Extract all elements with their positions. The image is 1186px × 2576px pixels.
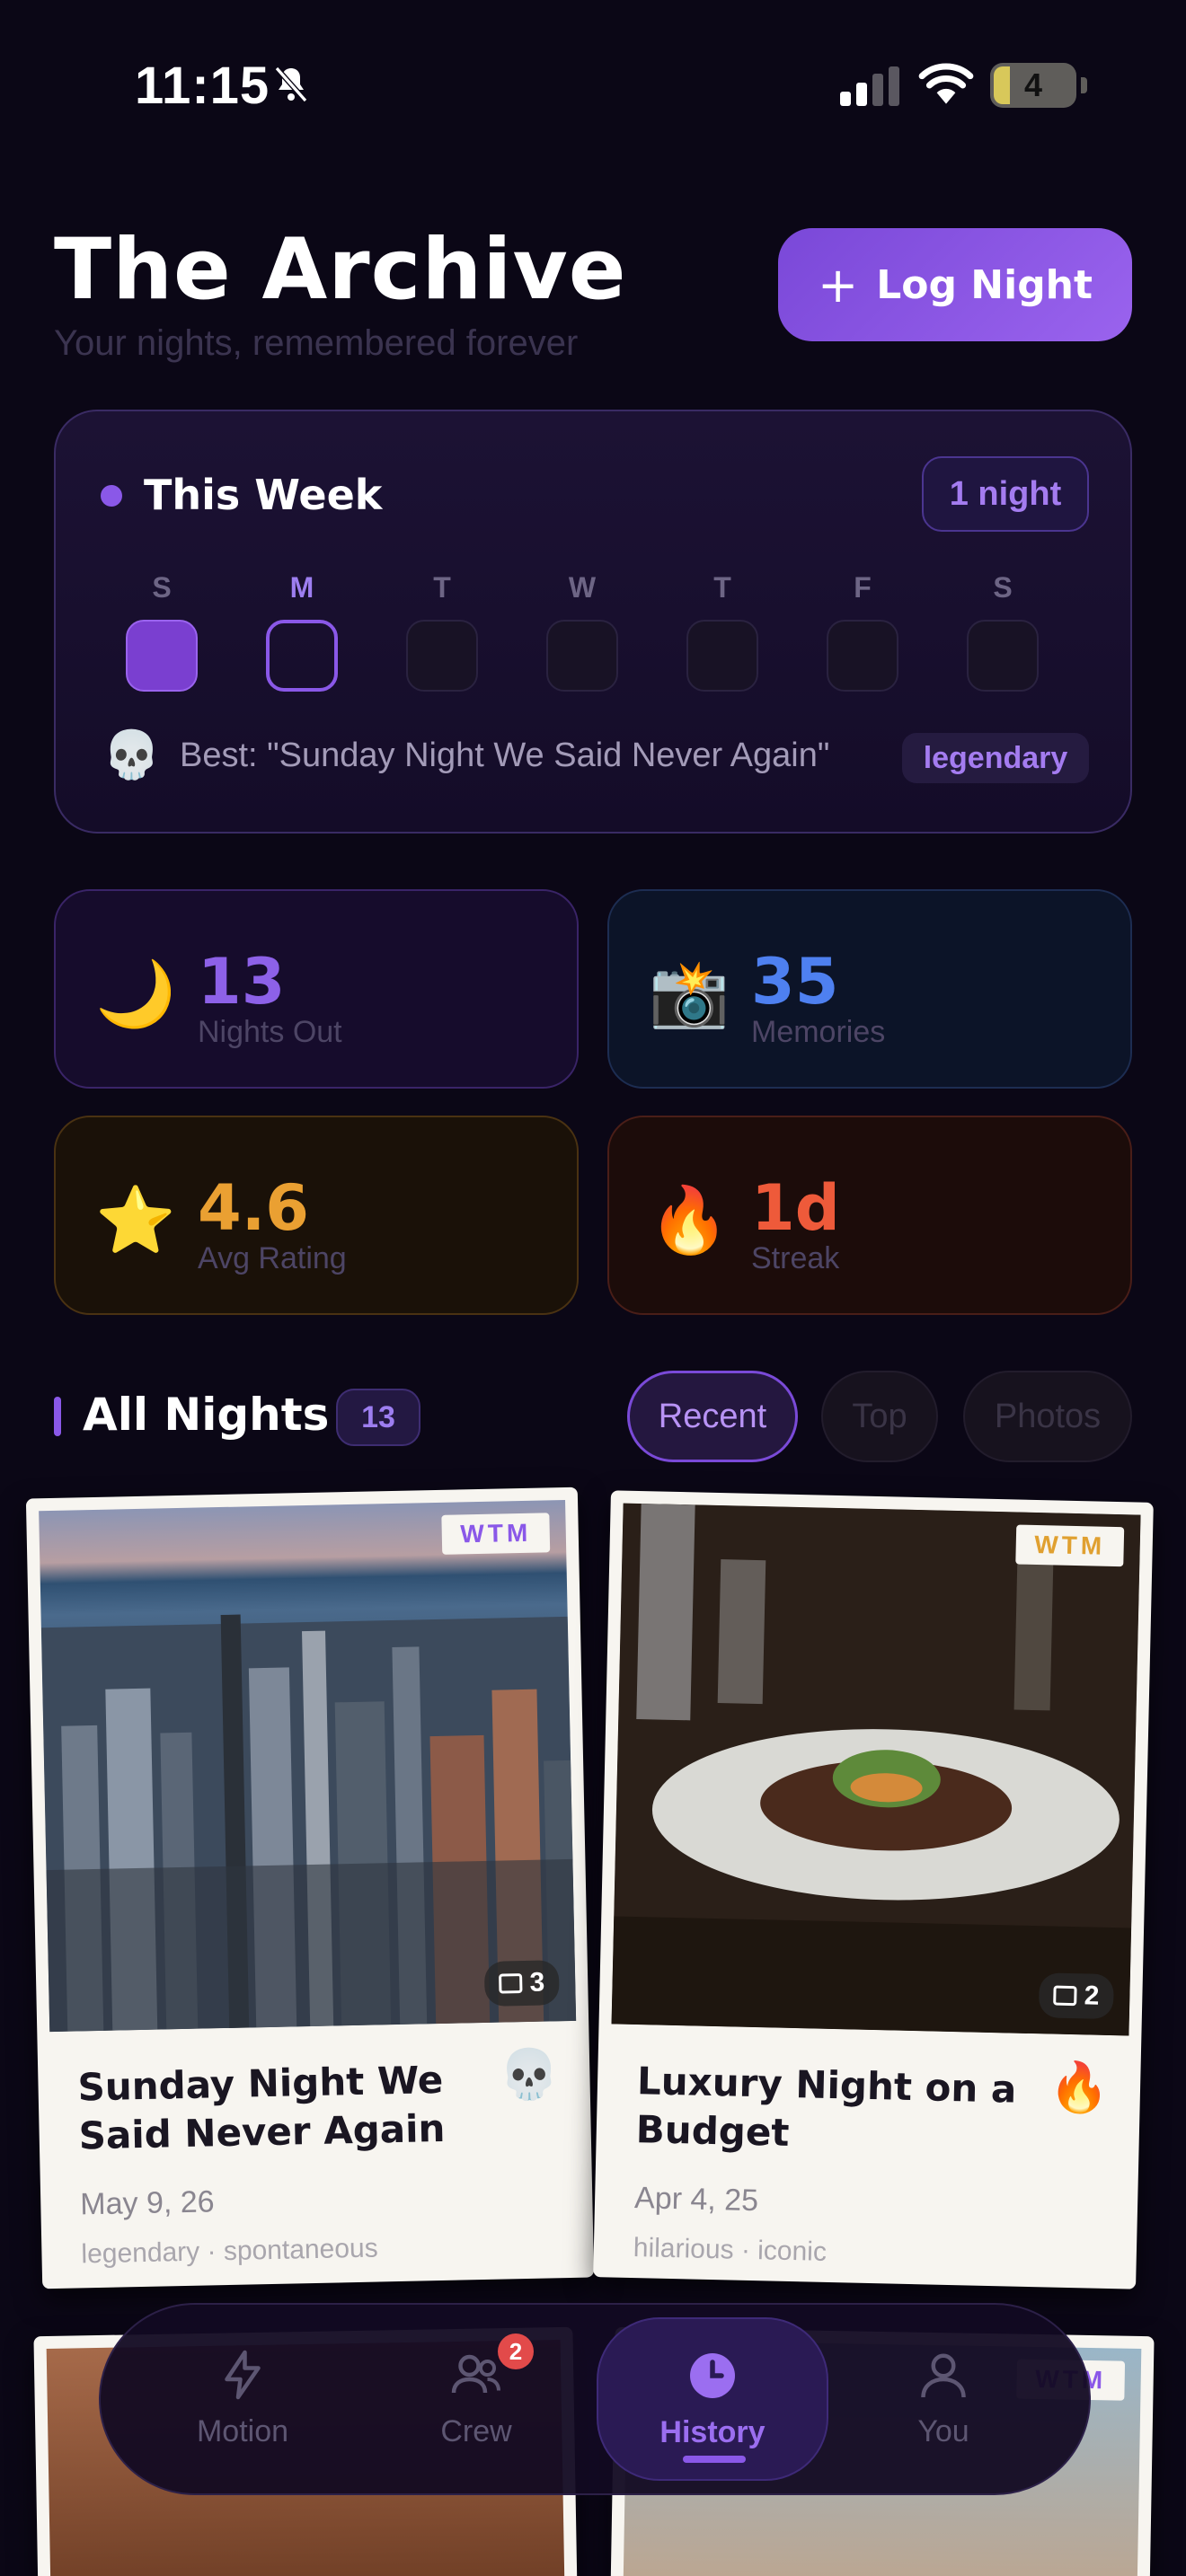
night-tags: legendary · spontaneous — [81, 2233, 378, 2270]
week-dot-icon — [101, 485, 122, 507]
fire-icon: 🔥 — [1049, 2060, 1111, 2116]
day-letter: M — [289, 571, 314, 604]
stat-label: Streak — [751, 1241, 840, 1275]
all-nights-title: All Nights — [83, 1389, 330, 1441]
day-cell-saturday[interactable] — [967, 620, 1039, 692]
skull-icon: 💀 — [498, 2047, 561, 2103]
notification-badge: 2 — [498, 2333, 534, 2369]
image-icon — [1053, 1985, 1077, 2007]
filter-photos[interactable]: Photos — [963, 1371, 1132, 1462]
stat-label: Avg Rating — [198, 1241, 347, 1275]
day-cell-tuesday[interactable] — [406, 620, 478, 692]
nav-history[interactable]: History — [597, 2317, 828, 2481]
this-week-card[interactable]: This Week 1 night S M T W T F S 💀 Best: … — [54, 410, 1132, 834]
fire-icon: 🔥 — [649, 1185, 730, 1257]
night-card[interactable]: WTM 2 Luxury Night on a Budget 🔥 Apr 4, … — [593, 1490, 1154, 2289]
wifi-icon — [918, 63, 974, 104]
all-nights-count-badge: 13 — [336, 1389, 420, 1446]
nav-motion[interactable]: Motion — [153, 2317, 332, 2479]
night-tags: hilarious · iconic — [633, 2233, 828, 2267]
cellular-signal-icon — [840, 66, 899, 106]
stat-card-nights-out[interactable]: 🌙 13 Nights Out — [54, 889, 579, 1089]
plus-icon: + — [817, 256, 859, 313]
day-letter: F — [854, 571, 872, 604]
stat-value: 35 — [751, 945, 839, 1019]
status-time: 11:15 — [135, 57, 270, 115]
stat-card-avg-rating[interactable]: ⭐ 4.6 Avg Rating — [54, 1116, 579, 1315]
person-icon — [921, 2353, 966, 2397]
bell-muted-icon — [274, 66, 308, 102]
best-night-text: Best: "Sunday Night We Said Never Again" — [180, 737, 830, 774]
day-letter: T — [433, 571, 451, 604]
photo-count-badge: 3 — [484, 1960, 560, 2007]
day-letter: S — [152, 571, 172, 604]
section-accent-bar — [54, 1397, 61, 1436]
stat-card-memories[interactable]: 📸 35 Memories — [607, 889, 1132, 1089]
day-cell-thursday[interactable] — [686, 620, 758, 692]
stat-label: Nights Out — [198, 1015, 342, 1049]
wtm-badge: WTM — [1015, 1524, 1125, 1567]
page-title: The Archive — [54, 221, 627, 319]
dinner-illustration — [611, 1503, 1141, 2036]
week-count-badge: 1 night — [922, 456, 1089, 532]
day-cell-friday[interactable] — [827, 620, 898, 692]
day-cell-monday[interactable] — [266, 620, 338, 692]
page-subtitle: Your nights, remembered forever — [54, 323, 579, 363]
night-title: Sunday Night We Said Never Again — [77, 2057, 446, 2158]
wtm-badge: WTM — [441, 1513, 551, 1555]
skull-icon: 💀 — [102, 729, 161, 781]
night-card[interactable]: WTM 3 Sunday Night We Said Never Again 💀… — [25, 1486, 595, 2289]
stat-value: 13 — [198, 945, 286, 1019]
moon-icon: 🌙 — [95, 958, 176, 1030]
day-letter: W — [568, 571, 597, 604]
night-title: Luxury Night on a Budget — [635, 2059, 1017, 2155]
night-photo-dinner: WTM 2 — [611, 1503, 1141, 2036]
stat-card-streak[interactable]: 🔥 1d Streak — [607, 1116, 1132, 1315]
photo-count-badge: 2 — [1039, 1972, 1114, 2020]
stat-label: Memories — [751, 1015, 886, 1049]
day-cell-sunday[interactable] — [126, 620, 198, 692]
day-cell-wednesday[interactable] — [546, 620, 618, 692]
clock-icon — [690, 2352, 735, 2398]
nav-crew[interactable]: Crew 2 — [386, 2317, 566, 2479]
skyline-illustration — [40, 1614, 577, 2033]
star-icon: ⭐ — [95, 1185, 176, 1257]
day-letter: T — [713, 571, 731, 604]
stat-value: 1d — [751, 1171, 840, 1245]
camera-flash-icon: 📸 — [649, 958, 730, 1030]
best-night-tag: legendary — [902, 733, 1089, 783]
image-icon — [499, 1973, 523, 1994]
stat-value: 4.6 — [198, 1171, 310, 1245]
filter-top[interactable]: Top — [821, 1371, 938, 1462]
week-title: This Week — [144, 471, 383, 519]
lightning-icon — [225, 2350, 261, 2399]
battery-indicator: 4 — [990, 63, 1087, 108]
nav-you[interactable]: You — [854, 2317, 1033, 2479]
night-date: Apr 4, 25 — [633, 2181, 759, 2219]
log-night-button[interactable]: + Log Night — [778, 228, 1132, 341]
night-date: May 9, 26 — [79, 2184, 216, 2222]
active-indicator — [683, 2456, 746, 2463]
day-letter: S — [993, 571, 1013, 604]
group-icon — [451, 2354, 500, 2393]
night-photo-city-skyline: WTM 3 — [39, 1499, 577, 2033]
filter-recent[interactable]: Recent — [627, 1371, 798, 1462]
